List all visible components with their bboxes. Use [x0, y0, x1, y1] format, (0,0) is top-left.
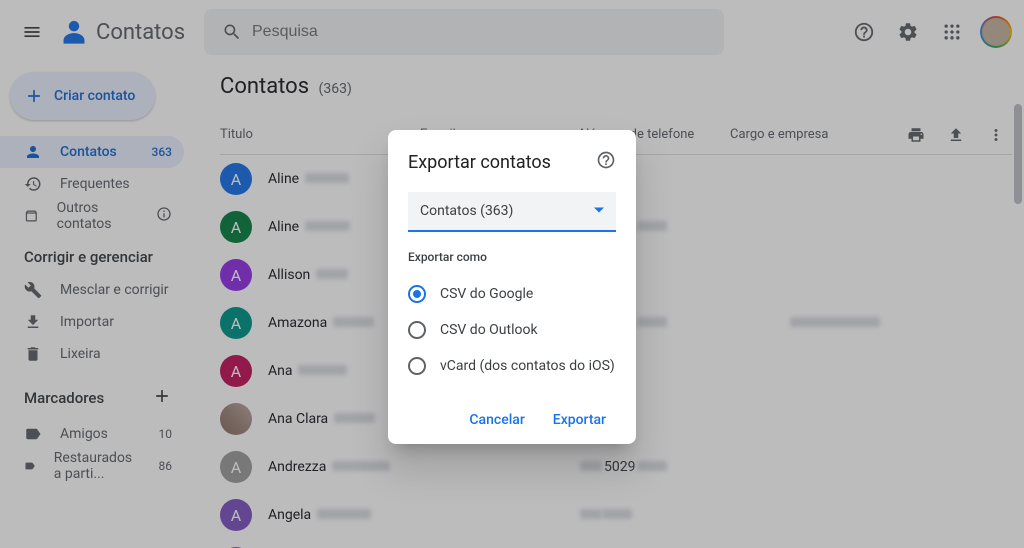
radio-icon	[408, 321, 426, 339]
export-source-select[interactable]: Contatos (363)	[408, 192, 616, 232]
radio-label: CSV do Outlook	[440, 322, 538, 338]
export-dialog: Exportar contatos Contatos (363) Exporta…	[388, 130, 636, 444]
export-as-label: Exportar como	[408, 250, 616, 264]
dialog-help-button[interactable]	[596, 150, 616, 174]
radio-icon	[408, 285, 426, 303]
cancel-button[interactable]: Cancelar	[459, 404, 534, 436]
radio-icon	[408, 357, 426, 375]
export-confirm-button[interactable]: Exportar	[543, 404, 616, 436]
dialog-title: Exportar contatos	[408, 152, 551, 173]
radio-label: vCard (dos contatos do iOS)	[440, 358, 615, 374]
export-format-option[interactable]: vCard (dos contatos do iOS)	[408, 348, 616, 384]
export-format-option[interactable]: CSV do Outlook	[408, 312, 616, 348]
radio-label: CSV do Google	[440, 286, 533, 302]
help-icon	[596, 150, 616, 170]
export-format-option[interactable]: CSV do Google	[408, 276, 616, 312]
dropdown-arrow-icon	[594, 203, 604, 219]
